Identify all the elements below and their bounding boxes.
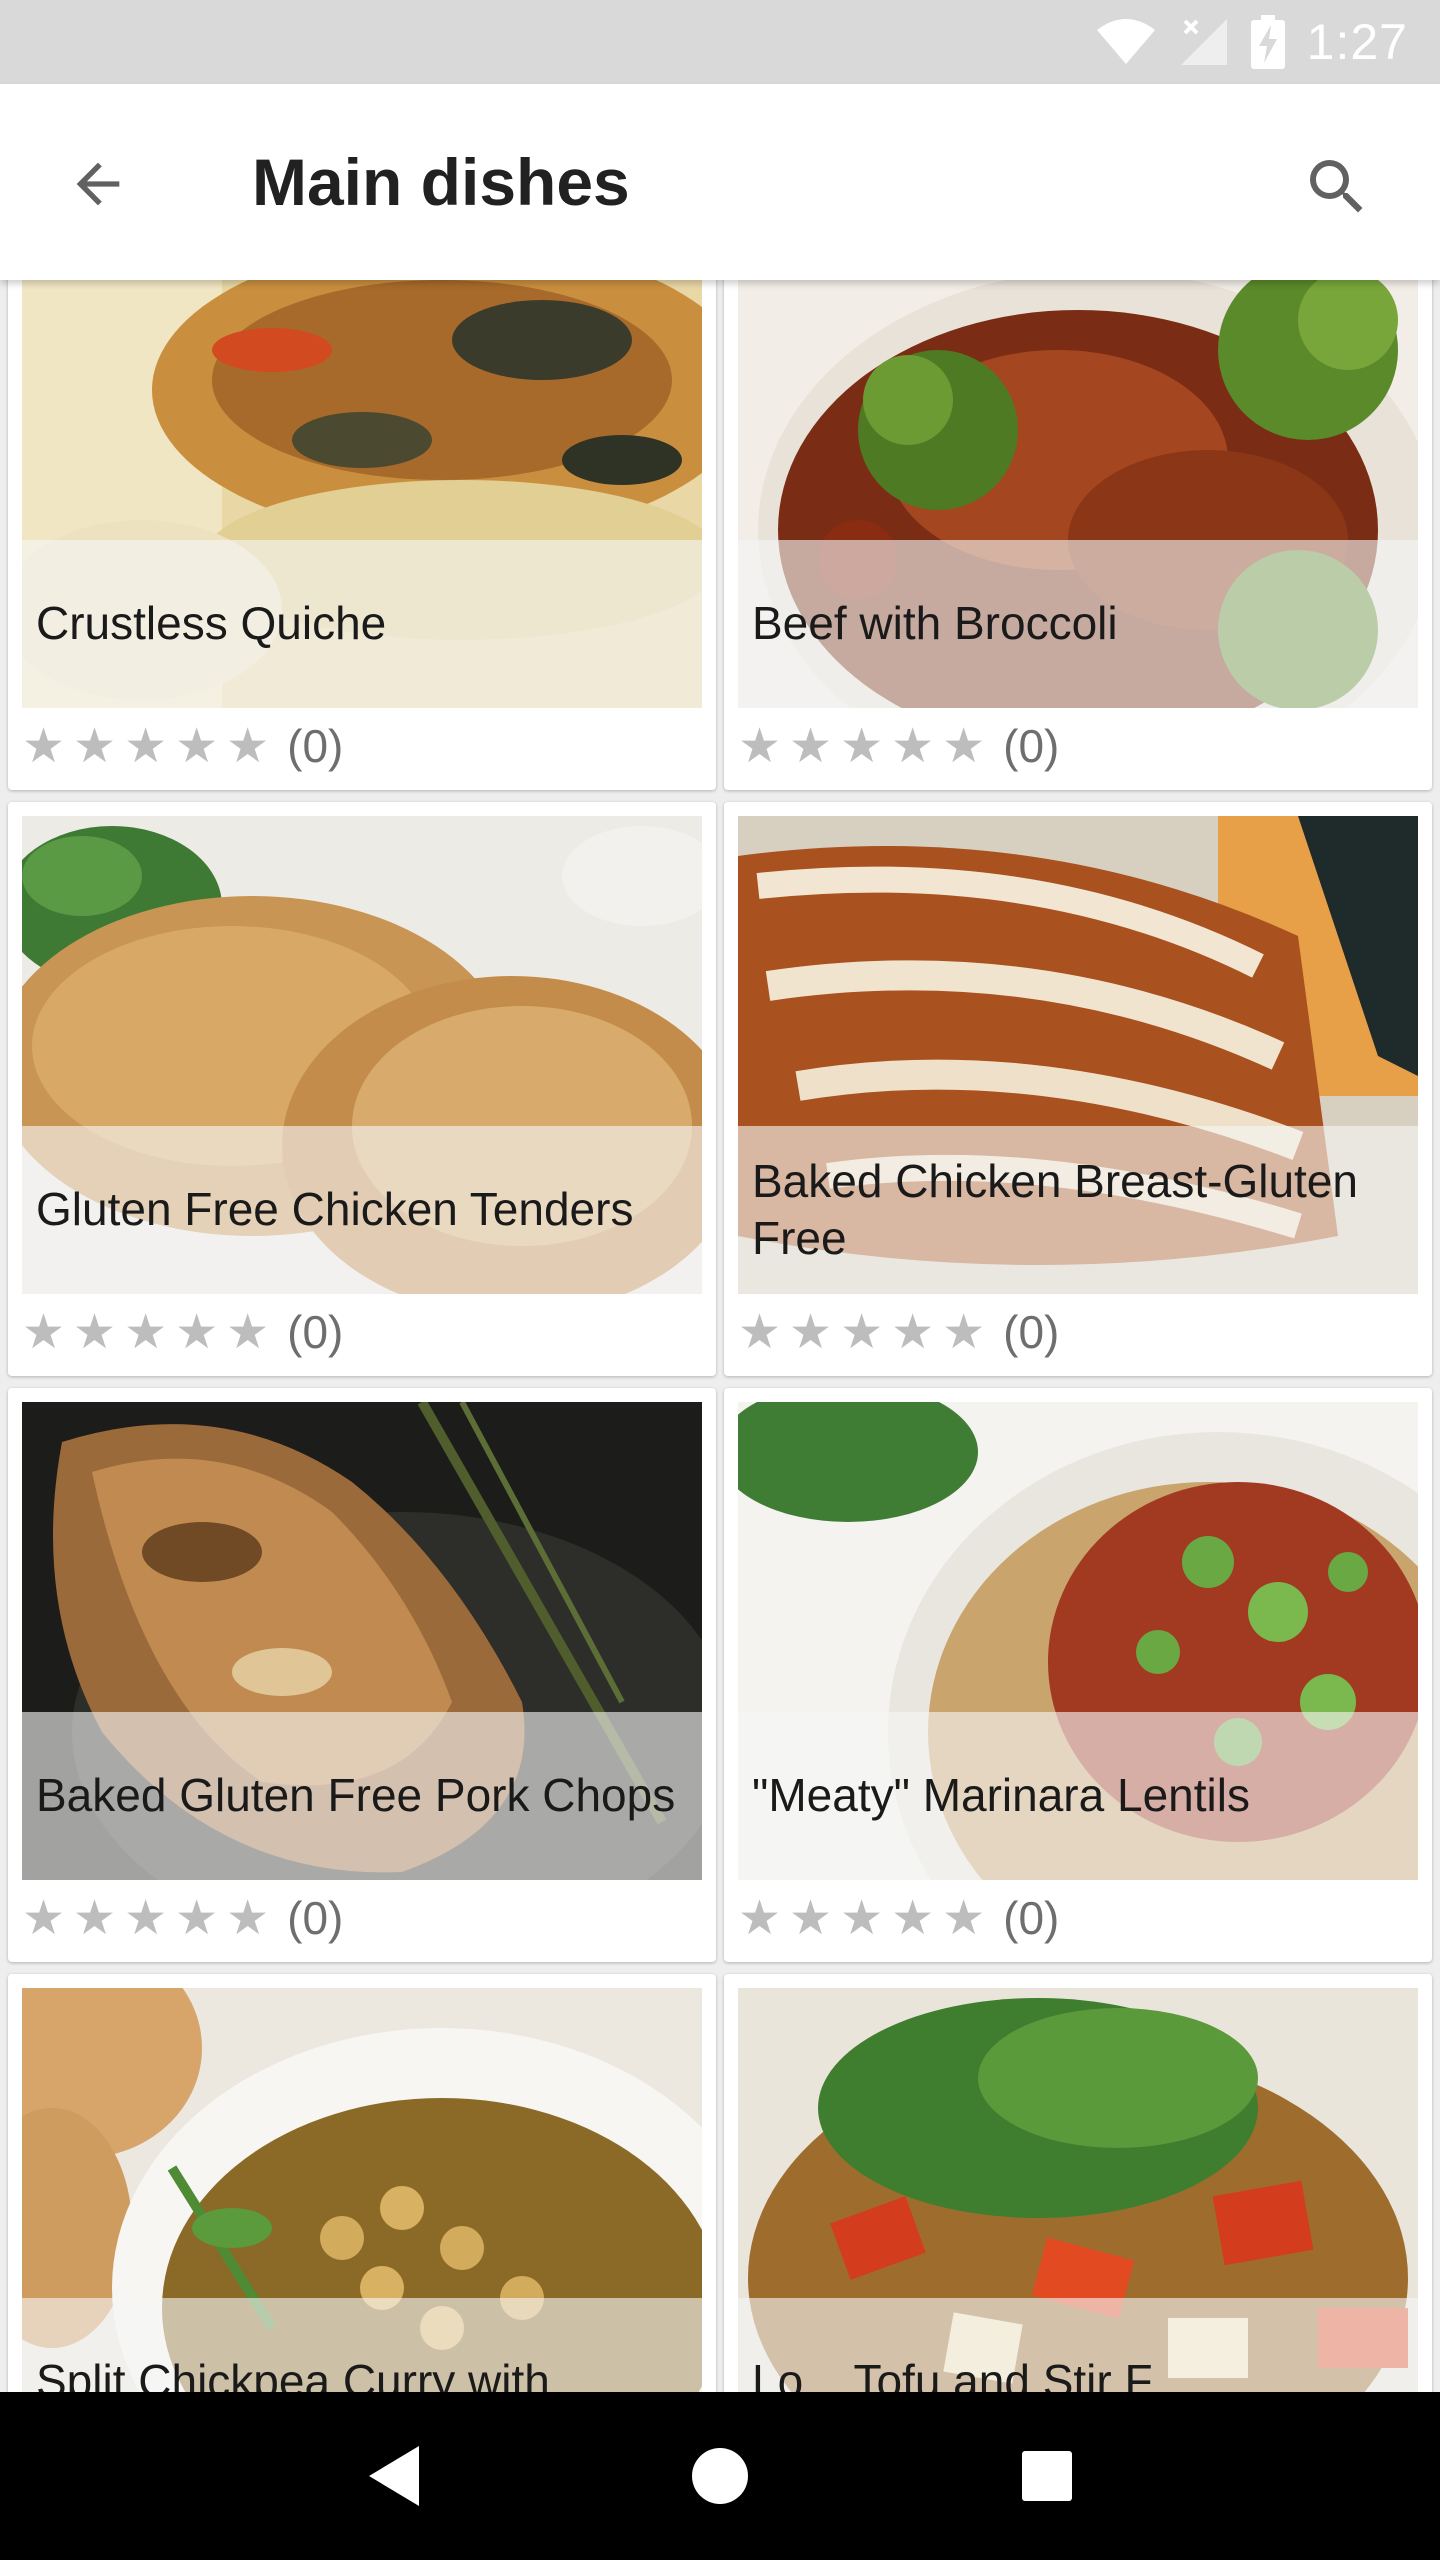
star-icon: ★ <box>175 718 219 774</box>
nav-recents-icon <box>1021 2451 1072 2501</box>
star-icon: ★ <box>22 718 66 774</box>
recipe-grid: Crustless Quiche ★ ★ ★ ★ ★ (0) Beef with… <box>0 280 1440 2392</box>
star-icon: ★ <box>942 1890 986 1946</box>
star-icon: ★ <box>738 1304 782 1360</box>
search-button[interactable] <box>1282 132 1392 242</box>
rating-count: (0) <box>1003 720 1060 772</box>
recipe-photo: Lo... Tofu and Stir F... <box>738 1988 1418 2392</box>
star-icon: ★ <box>891 718 935 774</box>
star-icon: ★ <box>789 1890 833 1946</box>
recipe-photo: Baked Gluten Free Pork Chops <box>22 1402 702 1880</box>
star-icon: ★ <box>175 1890 219 1946</box>
star-icon: ★ <box>73 1304 117 1360</box>
recipe-photo: Gluten Free Chicken Tenders <box>22 816 702 1294</box>
status-bar: 1:27 <box>0 0 1440 84</box>
recipe-title: Lo... Tofu and Stir F... <box>752 2355 1186 2392</box>
recipe-title: Baked Gluten Free Pork Chops <box>36 1769 676 1822</box>
recipe-card[interactable]: Crustless Quiche ★ ★ ★ ★ ★ (0) <box>8 280 716 790</box>
recipe-title: Baked Chicken Breast-Gluten Free <box>752 1154 1358 1265</box>
nav-home-icon <box>691 2448 748 2504</box>
recipe-title: Beef with Broccoli <box>752 597 1118 650</box>
star-icon: ★ <box>840 1304 884 1360</box>
star-icon: ★ <box>226 1304 270 1360</box>
star-icon: ★ <box>789 718 833 774</box>
star-icon: ★ <box>891 1890 935 1946</box>
rating: ★ ★ ★ ★ ★ (0) <box>738 1302 1059 1362</box>
rating-count: (0) <box>1003 1306 1060 1358</box>
star-icon: ★ <box>738 1890 782 1946</box>
navigation-bar <box>0 2392 1440 2560</box>
recipe-caption: Beef with Broccoli <box>738 540 1418 708</box>
recipe-card[interactable]: "Meaty" Marinara Lentils ★ ★ ★ ★ ★ (0) <box>724 1388 1432 1962</box>
recipe-photo: Split Chickpea Curry with <box>22 1988 702 2392</box>
nav-recents-button[interactable] <box>987 2416 1107 2536</box>
recipe-caption: Split Chickpea Curry with <box>22 2298 702 2392</box>
recipe-card[interactable]: Lo... Tofu and Stir F... <box>724 1974 1432 2392</box>
star-icon: ★ <box>175 1304 219 1360</box>
recipe-title: Split Chickpea Curry with <box>36 2355 550 2392</box>
rating: ★ ★ ★ ★ ★ (0) <box>22 1888 343 1948</box>
recipe-caption: Baked Gluten Free Pork Chops <box>22 1712 702 1880</box>
rating: ★ ★ ★ ★ ★ (0) <box>738 1888 1059 1948</box>
recipe-caption: Baked Chicken Breast-Gluten Free <box>738 1126 1418 1294</box>
star-icon: ★ <box>891 1304 935 1360</box>
star-icon: ★ <box>840 718 884 774</box>
page-title: Main dishes <box>252 145 630 219</box>
recipe-caption: Gluten Free Chicken Tenders <box>22 1126 702 1294</box>
star-icon: ★ <box>738 718 782 774</box>
recipe-card[interactable]: Baked Chicken Breast-Gluten Free ★ ★ ★ ★… <box>724 802 1432 1376</box>
screen: 1:27 Main dishes Crustless Quiche ★ ★ ★ … <box>0 0 1440 2560</box>
arrow-back-icon <box>76 162 120 206</box>
recipe-card[interactable]: Split Chickpea Curry with <box>8 1974 716 2392</box>
recipe-caption: Lo... Tofu and Stir F... <box>738 2298 1418 2392</box>
battery-charging-icon <box>1250 15 1285 69</box>
star-icon: ★ <box>942 718 986 774</box>
star-icon: ★ <box>942 1304 986 1360</box>
star-icon: ★ <box>840 1890 884 1946</box>
recipe-photo: Baked Chicken Breast-Gluten Free <box>738 816 1418 1294</box>
recipe-card[interactable]: Baked Gluten Free Pork Chops ★ ★ ★ ★ ★ (… <box>8 1388 716 1962</box>
rating: ★ ★ ★ ★ ★ (0) <box>738 716 1059 776</box>
star-icon: ★ <box>124 1304 168 1360</box>
recipe-card[interactable]: Beef with Broccoli ★ ★ ★ ★ ★ (0) <box>724 280 1432 790</box>
rating-count: (0) <box>287 1892 344 1944</box>
recipe-caption: "Meaty" Marinara Lentils <box>738 1712 1418 1880</box>
star-icon: ★ <box>73 718 117 774</box>
recipe-caption: Crustless Quiche <box>22 540 702 708</box>
rating-count: (0) <box>287 720 344 772</box>
star-icon: ★ <box>22 1304 66 1360</box>
recipe-photo: "Meaty" Marinara Lentils <box>738 1402 1418 1880</box>
recipe-photo: Beef with Broccoli <box>738 280 1418 708</box>
nav-back-button[interactable] <box>333 2416 453 2536</box>
search-icon <box>1310 160 1363 213</box>
wifi-icon <box>1095 18 1157 66</box>
status-time: 1:27 <box>1306 14 1408 70</box>
star-icon: ★ <box>226 718 270 774</box>
star-icon: ★ <box>73 1890 117 1946</box>
rating-count: (0) <box>287 1306 344 1358</box>
star-icon: ★ <box>226 1890 270 1946</box>
recipe-title: "Meaty" Marinara Lentils <box>752 1769 1250 1822</box>
recipe-card[interactable]: Gluten Free Chicken Tenders ★ ★ ★ ★ ★ (0… <box>8 802 716 1376</box>
star-icon: ★ <box>124 718 168 774</box>
nav-home-button[interactable] <box>660 2416 780 2536</box>
nav-back-icon <box>369 2446 420 2506</box>
recipe-photo: Crustless Quiche <box>22 280 702 708</box>
back-button[interactable] <box>48 134 148 234</box>
recipe-title: Crustless Quiche <box>36 597 387 650</box>
rating: ★ ★ ★ ★ ★ (0) <box>22 1302 343 1362</box>
app-bar: Main dishes <box>0 84 1440 280</box>
signal-icon <box>1179 17 1229 67</box>
star-icon: ★ <box>789 1304 833 1360</box>
star-icon: ★ <box>124 1890 168 1946</box>
star-icon: ★ <box>22 1890 66 1946</box>
recipe-title: Gluten Free Chicken Tenders <box>36 1183 634 1236</box>
rating: ★ ★ ★ ★ ★ (0) <box>22 716 343 776</box>
rating-count: (0) <box>1003 1892 1060 1944</box>
